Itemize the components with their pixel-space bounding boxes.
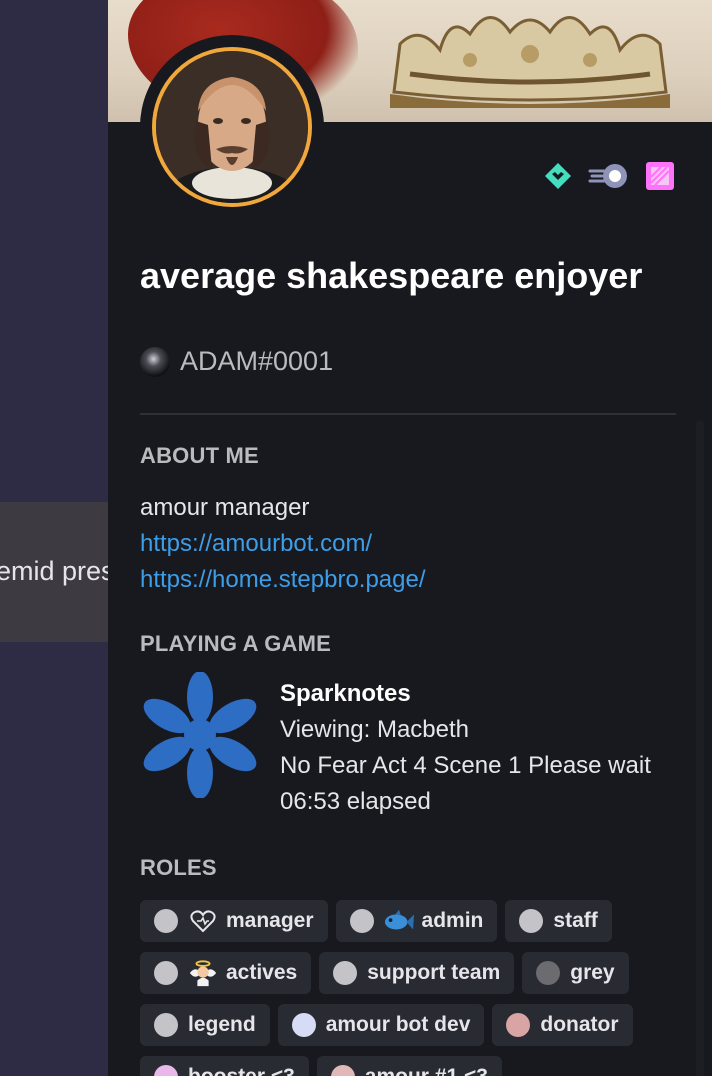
role-pill[interactable]: support team	[319, 952, 515, 994]
role-name: actives	[226, 961, 298, 984]
about-link[interactable]: https://amourbot.com/	[140, 526, 426, 562]
role-name: amour #1 <3	[365, 1065, 488, 1076]
role-color-dot[interactable]	[333, 961, 358, 985]
role-name: donator	[540, 1013, 619, 1036]
display-name: average shakespeare enjoyer	[140, 255, 643, 296]
role-color-dot[interactable]	[506, 1013, 531, 1037]
role-name: grey	[570, 961, 615, 984]
roles-title: ROLES	[140, 855, 217, 880]
activity-details: Sparknotes Viewing: Macbeth No Fear Act …	[280, 676, 651, 820]
avatar-portrait-image	[156, 51, 308, 203]
divider	[140, 413, 676, 415]
activity-title: PLAYING A GAME	[140, 631, 332, 656]
role-pill[interactable]: amour bot dev	[277, 1004, 485, 1046]
roles-list: manager admin staff actives support team…	[140, 900, 700, 1076]
role-name: legend	[188, 1013, 256, 1036]
role-name: admin	[421, 909, 484, 932]
profile-badges	[542, 160, 676, 192]
role-pill[interactable]: manager	[140, 900, 328, 942]
role-color-dot[interactable]	[154, 961, 178, 985]
role-color-dot[interactable]	[349, 909, 374, 933]
role-pill[interactable]: grey	[522, 952, 629, 994]
scrollbar-track[interactable]	[696, 420, 704, 1076]
role-color-dot[interactable]	[330, 1065, 355, 1076]
about-me-text: amour manager https://amourbot.com/ http…	[140, 490, 426, 598]
role-name: staff	[553, 909, 598, 932]
game-state: No Fear Act 4 Scene 1 Please wait	[280, 752, 651, 779]
role-color-dot[interactable]	[154, 909, 178, 933]
background-message-text: emid pres	[0, 556, 108, 586]
role-pill[interactable]: legend	[140, 1004, 270, 1046]
role-color-dot[interactable]	[291, 1013, 316, 1037]
role-name: manager	[226, 909, 314, 932]
role-color-dot[interactable]	[154, 1065, 178, 1076]
avatar-frame	[140, 35, 324, 219]
username-tag[interactable]: ADAM#0001	[180, 346, 333, 377]
banner-crown-image	[390, 16, 670, 108]
role-pill[interactable]: actives	[140, 952, 312, 994]
profile-popout: average shakespeare enjoyer ADAM#0001 AB…	[108, 0, 712, 1076]
background-message: emid pres	[0, 502, 108, 642]
role-pill[interactable]: admin	[335, 900, 498, 942]
role-name: booster <3	[188, 1065, 295, 1076]
role-name: amour bot dev	[325, 1013, 471, 1036]
role-pill[interactable]: staff	[505, 900, 612, 942]
heart-icon	[188, 908, 218, 934]
black-orb-icon	[140, 346, 170, 377]
angel-icon	[188, 960, 218, 987]
role-color-dot[interactable]	[536, 961, 561, 985]
about-link[interactable]: https://home.stepbro.page/	[140, 562, 426, 598]
avatar[interactable]	[152, 47, 312, 207]
about-me-title: ABOUT ME	[140, 443, 259, 468]
role-pill[interactable]: amour #1 <3	[316, 1056, 502, 1076]
game-details: Viewing: Macbeth	[280, 716, 469, 743]
game-name: Sparknotes	[280, 680, 411, 707]
nitro-badge[interactable]	[588, 160, 630, 192]
about-line: amour manager	[140, 494, 310, 521]
role-color-dot[interactable]	[519, 909, 544, 933]
game-elapsed: 06:53 elapsed	[280, 788, 431, 815]
sparknotes-asterisk-icon	[142, 671, 258, 799]
role-pill[interactable]: donator	[492, 1004, 633, 1046]
fish-icon	[384, 908, 414, 934]
server-boost-badge[interactable]	[644, 160, 676, 192]
username-row: ADAM#0001	[140, 346, 333, 377]
role-pill[interactable]: booster <3	[140, 1056, 309, 1076]
role-name: support team	[367, 961, 501, 984]
hypesquad-balance-badge[interactable]	[542, 160, 574, 192]
role-color-dot[interactable]	[154, 1013, 178, 1037]
